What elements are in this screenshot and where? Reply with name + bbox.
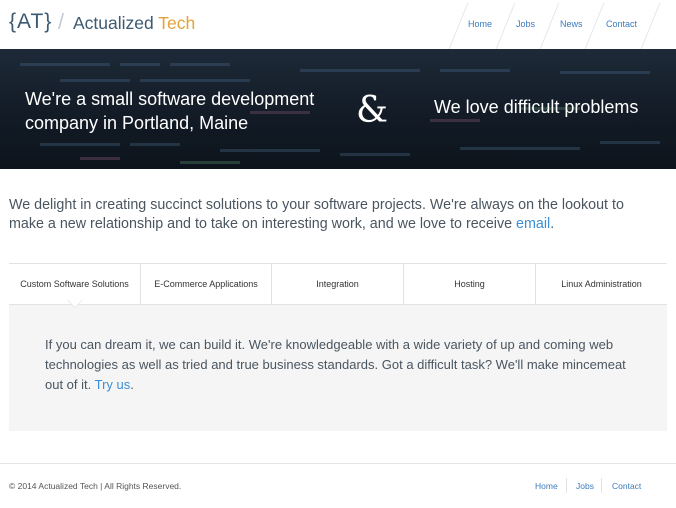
tab-hosting[interactable]: Hosting [404, 264, 536, 305]
nav-divider [495, 3, 516, 49]
footer-divider [0, 463, 676, 464]
tab-ecommerce[interactable]: E-Commerce Applications [141, 264, 272, 305]
tab-integration[interactable]: Integration [272, 264, 404, 305]
email-link[interactable]: email [516, 216, 550, 232]
hero-tagline-right: We love difficult problems [434, 97, 639, 117]
try-us-link[interactable]: Try us [95, 377, 131, 392]
panel-end: . [130, 377, 134, 392]
footer-link-jobs[interactable]: Jobs [576, 481, 594, 491]
tab-content-panel: If you can dream it, we can build it. We… [9, 305, 667, 431]
nav-home[interactable]: Home [468, 0, 492, 49]
main-nav: Home Jobs News Contact [0, 0, 676, 49]
footer-link-divider [566, 478, 567, 493]
active-tab-indicator [68, 300, 82, 307]
footer-link-divider [601, 478, 602, 493]
nav-news[interactable]: News [560, 0, 583, 49]
nav-jobs[interactable]: Jobs [516, 0, 535, 49]
hero-banner: We're a small software development compa… [0, 49, 676, 169]
tab-custom-software[interactable]: Custom Software Solutions [9, 264, 141, 305]
hero-tagline-line1: We're a small software development [25, 89, 315, 109]
nav-contact[interactable]: Contact [606, 0, 637, 49]
hero-tagline-left: We're a small software development compa… [25, 87, 314, 135]
footer-link-contact[interactable]: Contact [612, 481, 641, 491]
tab-content-text: If you can dream it, we can build it. We… [45, 335, 635, 395]
hero-tagline-line2: company in Portland, Maine [25, 113, 249, 133]
nav-divider [448, 3, 469, 49]
footer-link-home[interactable]: Home [535, 481, 558, 491]
intro-end: . [550, 216, 555, 232]
nav-divider [584, 3, 605, 49]
nav-divider [640, 3, 661, 49]
services-tabs: Custom Software Solutions E-Commerce App… [9, 263, 667, 305]
intro-paragraph: We delight in creating succinct solution… [9, 196, 659, 234]
site-header: {AT} / Actualized Tech Home Jobs News Co… [0, 0, 676, 49]
hero-ampersand: & [356, 90, 389, 131]
tab-linux-administration[interactable]: Linux Administration [536, 264, 667, 305]
nav-divider [539, 3, 560, 49]
footer-copyright: © 2014 Actualized Tech | All Rights Rese… [9, 481, 182, 491]
